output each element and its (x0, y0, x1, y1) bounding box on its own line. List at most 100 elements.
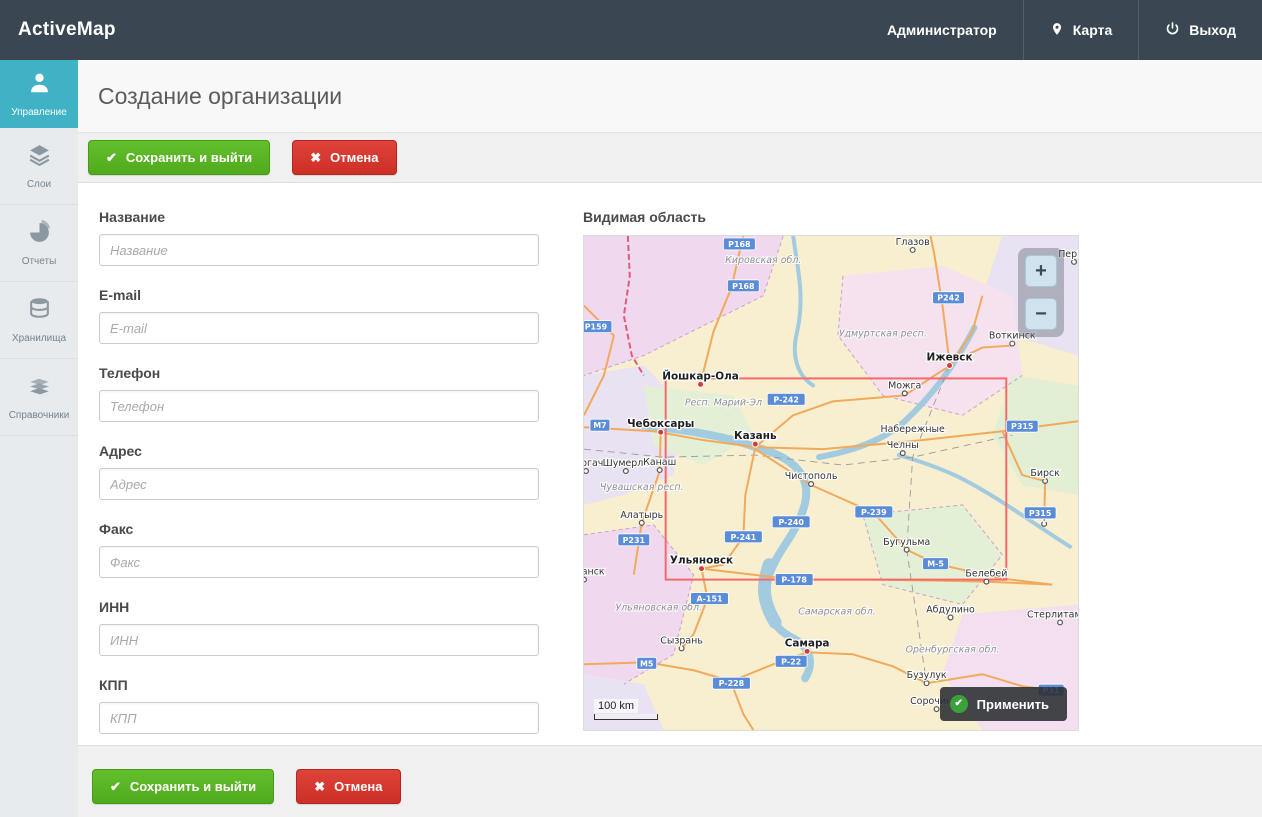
check-icon: ✔ (110, 780, 121, 793)
bottom-action-bar: ✔ Сохранить и выйти ✖ Отмена (78, 745, 1262, 817)
svg-text:Удмуртская респ.: Удмуртская респ. (839, 329, 927, 340)
svg-text:M5: M5 (640, 659, 653, 668)
topbar-logout-label: Выход (1189, 22, 1236, 38)
app-window: ActiveMap Администратор Карта Выход (0, 0, 1262, 817)
form-panel: Название E-mail Телефон Адрес Факс (78, 183, 1262, 745)
reference-books-icon (27, 373, 52, 403)
svg-text:P-241: P-241 (731, 533, 757, 542)
cancel-button[interactable]: ✖ Отмена (292, 140, 396, 175)
location-pin-icon (1050, 21, 1064, 40)
name-input[interactable] (99, 234, 539, 266)
main-content: Создание организации ✔ Сохранить и выйти… (78, 60, 1262, 817)
address-input[interactable] (99, 468, 539, 500)
svg-text:Респ. Марий-Эл: Респ. Марий-Эл (685, 397, 762, 408)
save-and-exit-button-bottom[interactable]: ✔ Сохранить и выйти (92, 769, 274, 804)
cancel-button-label: Отмена (330, 150, 378, 165)
svg-text:Чебоксары: Чебоксары (627, 418, 694, 430)
zoom-out-button[interactable]: − (1025, 298, 1057, 330)
svg-text:Бузулук: Бузулук (907, 670, 947, 681)
svg-text:Чувашская респ.: Чувашская респ. (600, 482, 684, 493)
save-and-exit-button[interactable]: ✔ Сохранить и выйти (88, 140, 270, 175)
sidebar-item-reports[interactable]: Отчеты (0, 205, 78, 282)
top-action-bar: ✔ Сохранить и выйти ✖ Отмена (78, 133, 1262, 183)
svg-text:Набережные: Набережные (880, 424, 945, 435)
kpp-input[interactable] (99, 702, 539, 734)
user-icon (27, 70, 52, 100)
svg-text:Оренбургская обл.: Оренбургская обл. (906, 644, 1000, 655)
close-icon: ✖ (310, 151, 321, 164)
cancel-button-bottom[interactable]: ✖ Отмена (296, 769, 400, 804)
visible-area-section: Видимая область (583, 209, 1079, 731)
sidebar-item-reference[interactable]: Справочники (0, 359, 78, 436)
save-button-label: Сохранить и выйти (130, 779, 256, 794)
organization-form: Название E-mail Телефон Адрес Факс (99, 209, 539, 755)
svg-text:Алатырь: Алатырь (620, 510, 663, 521)
page-title: Создание организации (98, 83, 342, 110)
svg-text:Челны: Челны (887, 440, 919, 451)
topbar-map-label: Карта (1073, 22, 1113, 38)
svg-text:P315: P315 (1011, 422, 1033, 431)
topbar-map-link[interactable]: Карта (1023, 0, 1139, 60)
svg-text:P168: P168 (732, 282, 755, 291)
email-field-label: E-mail (99, 287, 539, 303)
cancel-button-label: Отмена (334, 779, 382, 794)
map-widget[interactable]: ГлазовПермьКировская обл.Удмуртская респ… (583, 235, 1079, 731)
svg-text:Сызрань: Сызрань (660, 635, 703, 646)
inn-field-label: ИНН (99, 599, 539, 615)
svg-text:Шумерля: Шумерля (603, 458, 649, 469)
phone-input[interactable] (99, 390, 539, 422)
svg-text:P-239: P-239 (861, 508, 887, 517)
map-canvas[interactable]: ГлазовПермьКировская обл.Удмуртская респ… (584, 236, 1078, 730)
svg-text:P159: P159 (585, 323, 608, 332)
svg-text:P242: P242 (937, 294, 959, 303)
map-scale: 100 km (594, 696, 658, 720)
check-icon: ✔ (106, 151, 117, 164)
apply-button-label: Применить (977, 697, 1049, 712)
sidebar-item-management[interactable]: Управление (0, 60, 78, 128)
svg-text:Саранск: Саранск (584, 567, 605, 578)
page-header: Создание организации (78, 60, 1262, 133)
svg-text:P-22: P-22 (781, 657, 801, 666)
field-group-kpp: КПП (99, 677, 539, 734)
fax-field-label: Факс (99, 521, 539, 537)
sidebar-item-layers[interactable]: Слои (0, 128, 78, 205)
topbar: ActiveMap Администратор Карта Выход (0, 0, 1262, 60)
sidebar-item-label: Управление (11, 107, 67, 118)
svg-text:Бугульма: Бугульма (883, 537, 930, 548)
topbar-user-label: Администратор (887, 22, 997, 38)
svg-text:Бирск: Бирск (1030, 468, 1060, 479)
svg-text:A-151: A-151 (696, 595, 722, 604)
svg-text:Самара: Самара (785, 637, 830, 649)
svg-text:Ульяновская обл.: Ульяновская обл. (615, 602, 702, 613)
apply-check-icon: ✔ (950, 695, 968, 713)
svg-text:P231: P231 (623, 536, 645, 545)
svg-text:P-242: P-242 (773, 395, 799, 404)
zoom-in-button[interactable]: + (1025, 255, 1057, 287)
map-scale-label: 100 km (594, 699, 638, 713)
sidebar: Управление Слои Отчеты Хранилища Справоч… (0, 60, 78, 817)
name-field-label: Название (99, 209, 539, 225)
map-scale-bar (594, 714, 658, 720)
svg-text:Можга: Можга (888, 380, 921, 391)
sidebar-item-storage[interactable]: Хранилища (0, 282, 78, 359)
svg-text:P-228: P-228 (719, 679, 745, 688)
svg-text:P-178: P-178 (781, 576, 807, 585)
fax-input[interactable] (99, 546, 539, 578)
sidebar-item-label: Справочники (9, 410, 70, 421)
inn-input[interactable] (99, 624, 539, 656)
svg-text:P315: P315 (1029, 509, 1051, 518)
topbar-logout[interactable]: Выход (1138, 0, 1262, 60)
field-group-phone: Телефон (99, 365, 539, 422)
sidebar-item-label: Слои (27, 179, 51, 190)
svg-text:Самарская обл.: Самарская обл. (798, 606, 875, 617)
field-group-inn: ИНН (99, 599, 539, 656)
svg-text:Сергач: Сергач (584, 458, 603, 469)
apply-button[interactable]: ✔ Применить (940, 687, 1067, 721)
email-input[interactable] (99, 312, 539, 344)
kpp-field-label: КПП (99, 677, 539, 693)
zoom-control: + − (1018, 248, 1064, 337)
save-button-label: Сохранить и выйти (126, 150, 252, 165)
layers-icon (27, 142, 52, 172)
svg-text:M-5: M-5 (927, 560, 944, 569)
topbar-user[interactable]: Администратор (861, 0, 1023, 60)
